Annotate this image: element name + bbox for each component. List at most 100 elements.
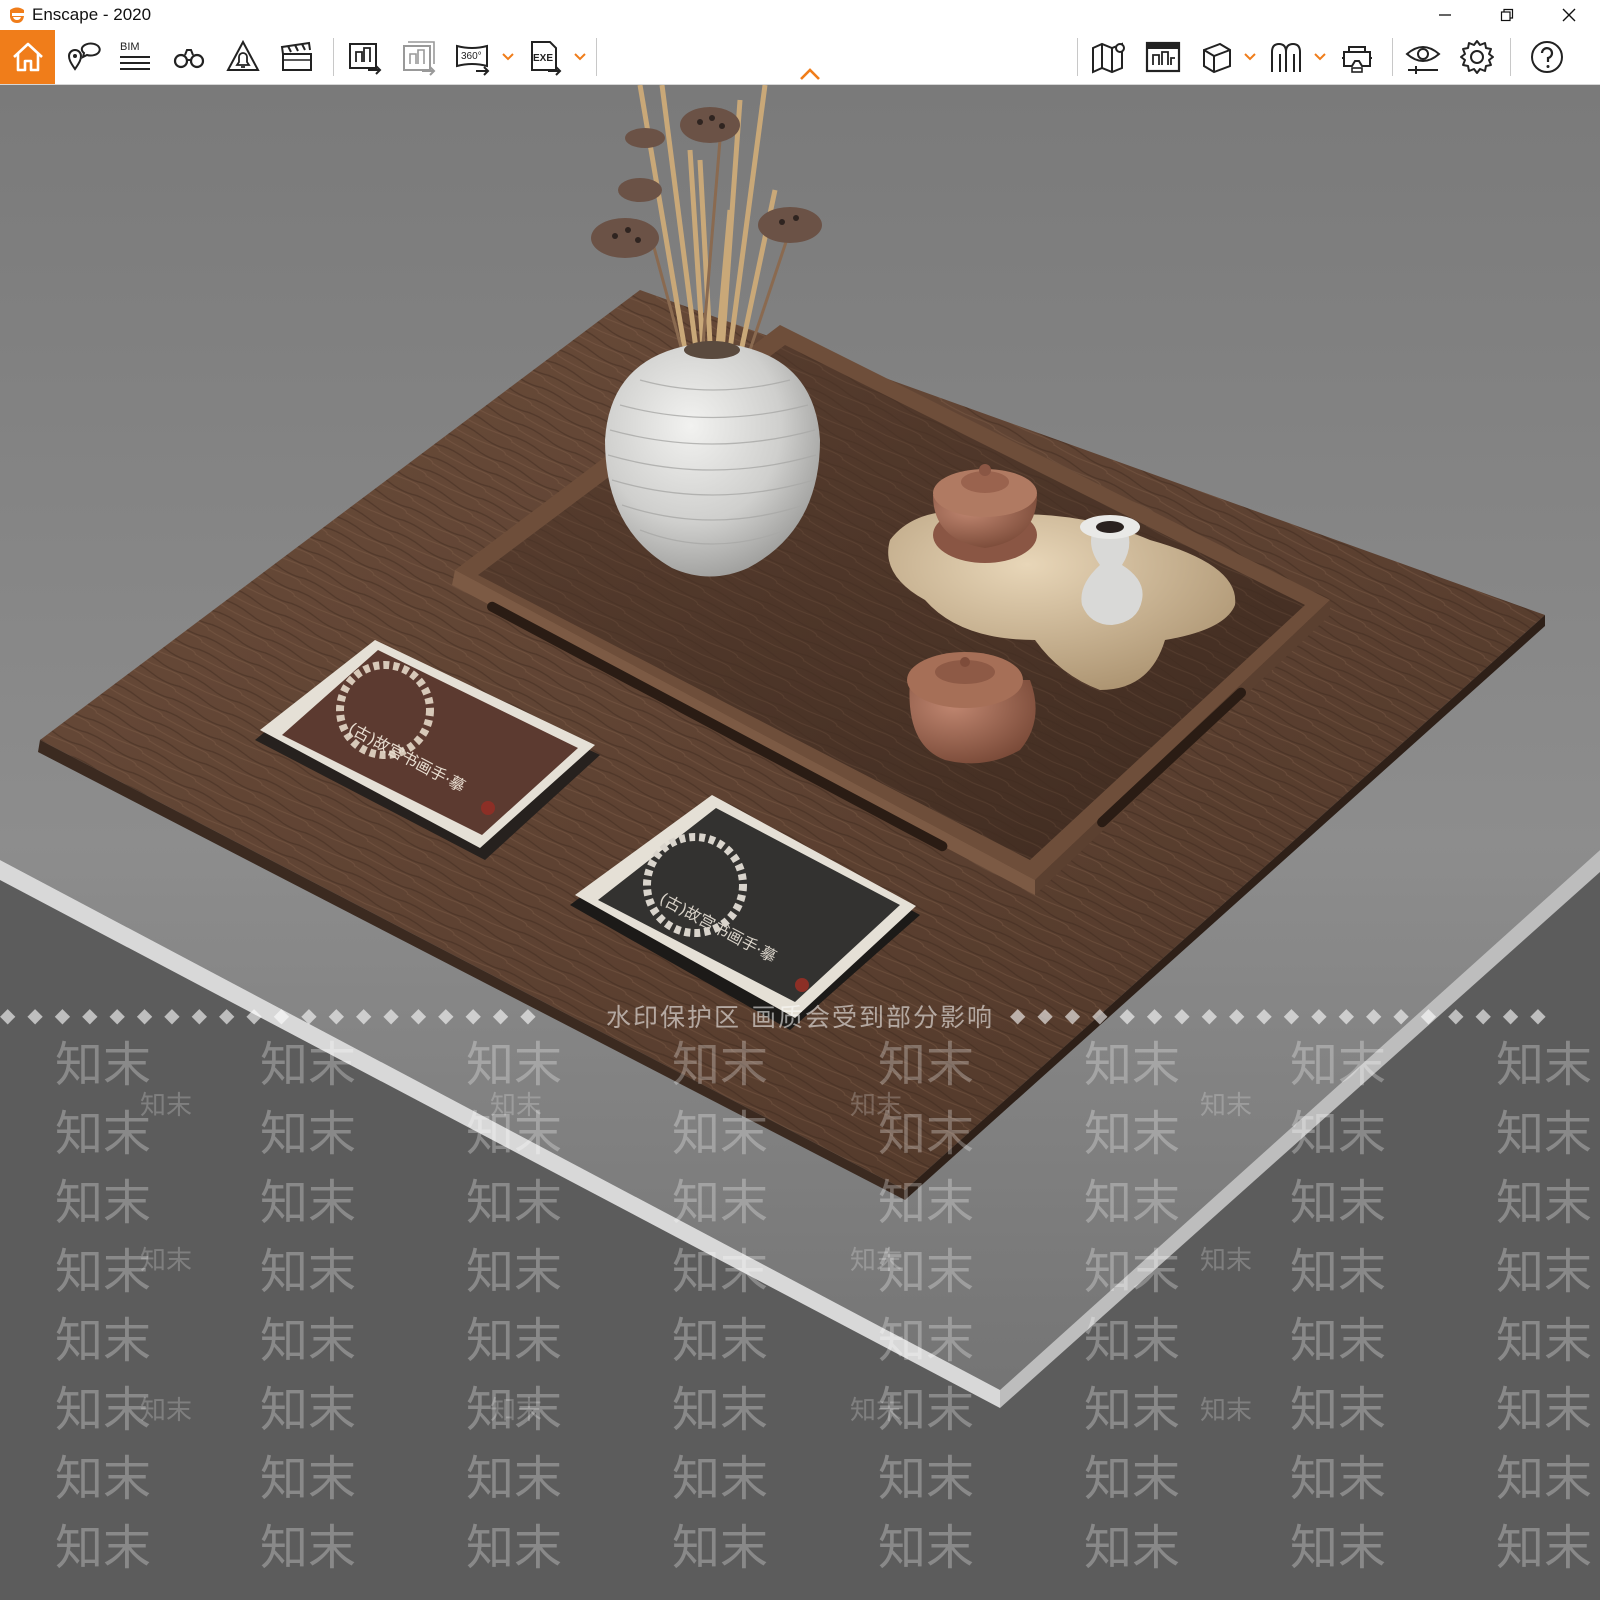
exe-export-dropdown[interactable] [572, 30, 588, 84]
location-pin-chat-icon [67, 42, 101, 71]
help-icon [1531, 41, 1563, 73]
incense-burner-pot [933, 464, 1037, 563]
settings-button[interactable] [1452, 30, 1502, 84]
views-button[interactable] [57, 30, 107, 84]
watermark-brand-text-small: 知末 [140, 1246, 193, 1276]
home-icon [12, 42, 43, 72]
watermark-brand-text: 知末 [260, 1037, 357, 1093]
minimize-button[interactable] [1414, 0, 1476, 30]
exe-export-button[interactable]: EXE [520, 30, 570, 84]
warning-bell-icon [226, 39, 260, 71]
watermark-brand-text: 知末 [672, 1577, 768, 1590]
watermark-brand-text: 知末 [1290, 1451, 1387, 1507]
render-viewport[interactable]: (古)故宫书画手·摹 (古)故宫书画手·摹 ◆◆◆◆◆◆◆◆◆◆◆◆◆◆◆◆◆◆… [0, 85, 1600, 1600]
asset-library-button[interactable] [1138, 30, 1188, 84]
vr-headset-button[interactable] [1332, 30, 1382, 84]
watermark-brand-text: 知末 [1084, 1106, 1181, 1162]
asset-library-icon [1145, 41, 1181, 73]
watermark-brand-text-small: 知末 [490, 1396, 543, 1426]
watermark-brand-text: 知末 [260, 1520, 357, 1576]
watermark-brand-text: 知末 [1290, 1313, 1387, 1369]
watermark-brand-text: 知末 [55, 1175, 152, 1231]
watermark-brand-text: 知末 [466, 1313, 563, 1369]
watermark-brand-text: 知末 [55, 1451, 152, 1507]
watermark-brand-text-small: 知末 [140, 1396, 193, 1426]
watermark-brand-text: 知末 [1290, 1037, 1387, 1093]
batch-render-button[interactable] [394, 30, 444, 84]
issues-button[interactable] [218, 30, 268, 84]
map-icon [1092, 42, 1125, 74]
home-button[interactable] [0, 30, 55, 84]
watermark-brand-text-small: 知末 [850, 1246, 903, 1276]
watermark-brand-text: 知末 [1290, 1520, 1387, 1576]
watermark-brand-text: 知末 [1084, 1577, 1180, 1590]
watermark-brand-text: 知末 [672, 1175, 769, 1231]
chevron-down-icon [1244, 53, 1256, 61]
main-toolbar: BIM 360° EXE [0, 30, 1600, 85]
close-icon [1562, 8, 1576, 22]
watermark-brand-text: 知末 [1290, 1577, 1386, 1590]
watermark-brand-text: 知末 [55, 1577, 151, 1590]
map-button[interactable] [1084, 30, 1134, 84]
watermark-brand-text: 知末 [672, 1451, 769, 1507]
watermark-brand-text: 知末 [1290, 1106, 1387, 1162]
watermark-brand-text: 知末 [260, 1106, 357, 1162]
watermark-brand-text-small: 知末 [850, 1396, 903, 1426]
object-view-dropdown[interactable] [1242, 30, 1258, 84]
window-title: Enscape - 2020 [32, 5, 152, 24]
walk-mode-button[interactable] [164, 30, 214, 84]
clapper-icon [280, 41, 312, 71]
watermark-brand-text: 知末 [1496, 1037, 1593, 1093]
close-button[interactable] [1538, 0, 1600, 30]
binoculars-icon [173, 49, 205, 69]
atmosphere-dropdown[interactable] [1312, 30, 1328, 84]
panorama-button[interactable]: 360° [448, 30, 498, 84]
watermark-brand-text: 知末 [260, 1451, 357, 1507]
help-button[interactable] [1522, 30, 1572, 84]
watermark-brand-text: 知末 [1290, 1382, 1387, 1438]
watermark-brand-text: 知末 [1084, 1313, 1181, 1369]
svg-text:EXE: EXE [533, 53, 553, 64]
svg-text:360°: 360° [461, 51, 482, 62]
render-image-button[interactable] [340, 30, 390, 84]
watermark-brand-text: 知末 [1084, 1037, 1181, 1093]
watermark-brand-text: 知末 [672, 1520, 769, 1576]
batch-render-icon [403, 41, 436, 76]
settings-icon [1460, 40, 1494, 74]
watermark-brand-text: 知末 [55, 1520, 152, 1576]
watermark-brand-text: 知末 [1496, 1577, 1592, 1590]
watermark-brand-text: 知末 [1496, 1313, 1593, 1369]
watermark-brand-text: 知末 [55, 1106, 152, 1162]
watermark-brand-text: 知末 [466, 1577, 562, 1590]
collapse-toolbar-chevron-up-icon[interactable] [798, 66, 822, 82]
object-view-button[interactable] [1192, 30, 1242, 84]
bim-info-button[interactable]: BIM [110, 30, 160, 84]
watermark-brand-text: 知末 [878, 1520, 975, 1576]
video-editor-button[interactable] [272, 30, 322, 84]
watermark-brand-text: 知末 [55, 1382, 152, 1438]
restore-button[interactable] [1476, 0, 1538, 30]
watermark-brand-text: 知末 [1084, 1520, 1181, 1576]
watermark-brand-text: 知末 [672, 1313, 769, 1369]
visual-settings-button[interactable] [1398, 30, 1448, 84]
chevron-down-icon [502, 53, 514, 61]
exe-export-icon: EXE [531, 41, 562, 76]
title-bar: Enscape - 2020 [0, 0, 1600, 30]
watermark-brand-text-small: 知末 [1200, 1091, 1253, 1121]
watermark-brand-text: 知末 [1496, 1382, 1593, 1438]
watermark-brand-text-small: 知末 [140, 1091, 193, 1121]
panorama-dropdown[interactable] [500, 30, 516, 84]
watermark-brand-text: 知末 [1290, 1244, 1387, 1300]
minimize-icon [1439, 14, 1451, 16]
enscape-window: Enscape - 2020 BIM 360° EXE (古)故宫书画手·摹 (… [0, 0, 1600, 1600]
watermark-brand-text: 知末 [1084, 1382, 1181, 1438]
panorama-360-icon: 360° [456, 44, 490, 76]
atmosphere-button[interactable] [1262, 30, 1312, 84]
watermark-brand-text: 知末 [1084, 1451, 1181, 1507]
watermark-brand-text: 知末 [878, 1451, 975, 1507]
watermark-brand-text: 知末 [260, 1577, 356, 1590]
chevron-down-icon [574, 53, 586, 61]
watermark-brand-text: 知末 [466, 1244, 563, 1300]
watermark-brand-text: 知末 [55, 1037, 152, 1093]
chevron-down-icon [1314, 53, 1326, 61]
